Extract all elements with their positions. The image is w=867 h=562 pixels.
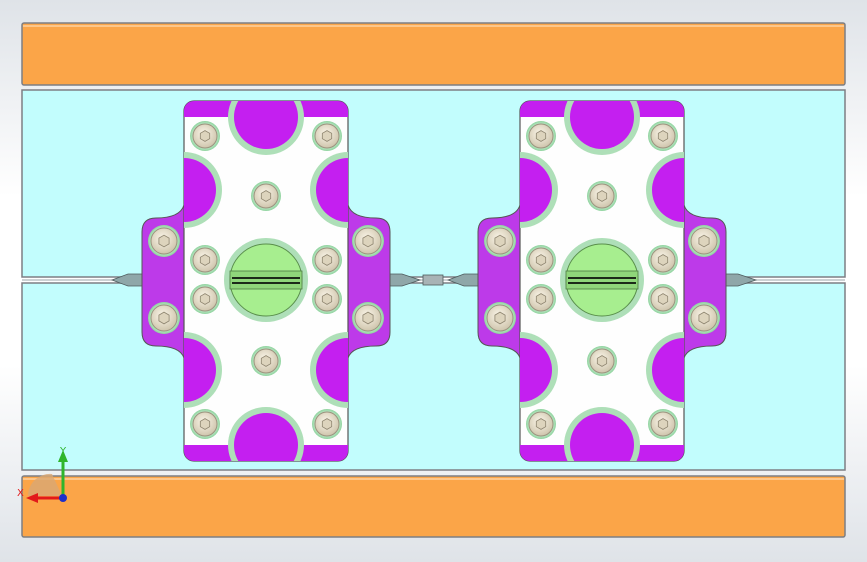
hex-socket-icon bbox=[199, 418, 211, 430]
axis-y-label: Y bbox=[59, 446, 67, 457]
hex-socket-icon bbox=[698, 311, 710, 325]
hex-socket-icon bbox=[494, 311, 506, 325]
top-plate bbox=[21, 22, 846, 86]
center-key bbox=[229, 270, 303, 290]
hex-socket-icon bbox=[362, 234, 374, 248]
hex-socket-icon bbox=[199, 293, 211, 305]
hex-socket-icon bbox=[321, 130, 333, 142]
hex-socket-icon bbox=[596, 355, 608, 367]
hex-socket-icon bbox=[596, 190, 608, 202]
hex-socket-icon bbox=[657, 130, 669, 142]
hex-socket-icon bbox=[494, 234, 506, 248]
hex-socket-icon bbox=[535, 254, 547, 266]
cad-viewport[interactable]: Y X bbox=[0, 0, 867, 562]
hex-socket-icon bbox=[535, 418, 547, 430]
assembly-drawing: Y X bbox=[17, 22, 846, 538]
center-key bbox=[565, 270, 639, 290]
hex-socket-icon bbox=[657, 418, 669, 430]
hex-socket-icon bbox=[321, 293, 333, 305]
hex-socket-icon bbox=[535, 293, 547, 305]
hex-socket-icon bbox=[321, 254, 333, 266]
hex-socket-icon bbox=[260, 355, 272, 367]
hex-socket-icon bbox=[158, 311, 170, 325]
hex-socket-icon bbox=[362, 311, 374, 325]
hex-socket-icon bbox=[158, 234, 170, 248]
axis-x-label: X bbox=[17, 488, 24, 499]
hex-socket-icon bbox=[657, 293, 669, 305]
hex-socket-icon bbox=[260, 190, 272, 202]
hex-socket-icon bbox=[657, 254, 669, 266]
hex-socket-icon bbox=[698, 234, 710, 248]
hex-socket-icon bbox=[199, 254, 211, 266]
hex-socket-icon bbox=[199, 130, 211, 142]
hex-socket-icon bbox=[535, 130, 547, 142]
hex-socket-icon bbox=[321, 418, 333, 430]
bottom-plate bbox=[21, 475, 846, 538]
